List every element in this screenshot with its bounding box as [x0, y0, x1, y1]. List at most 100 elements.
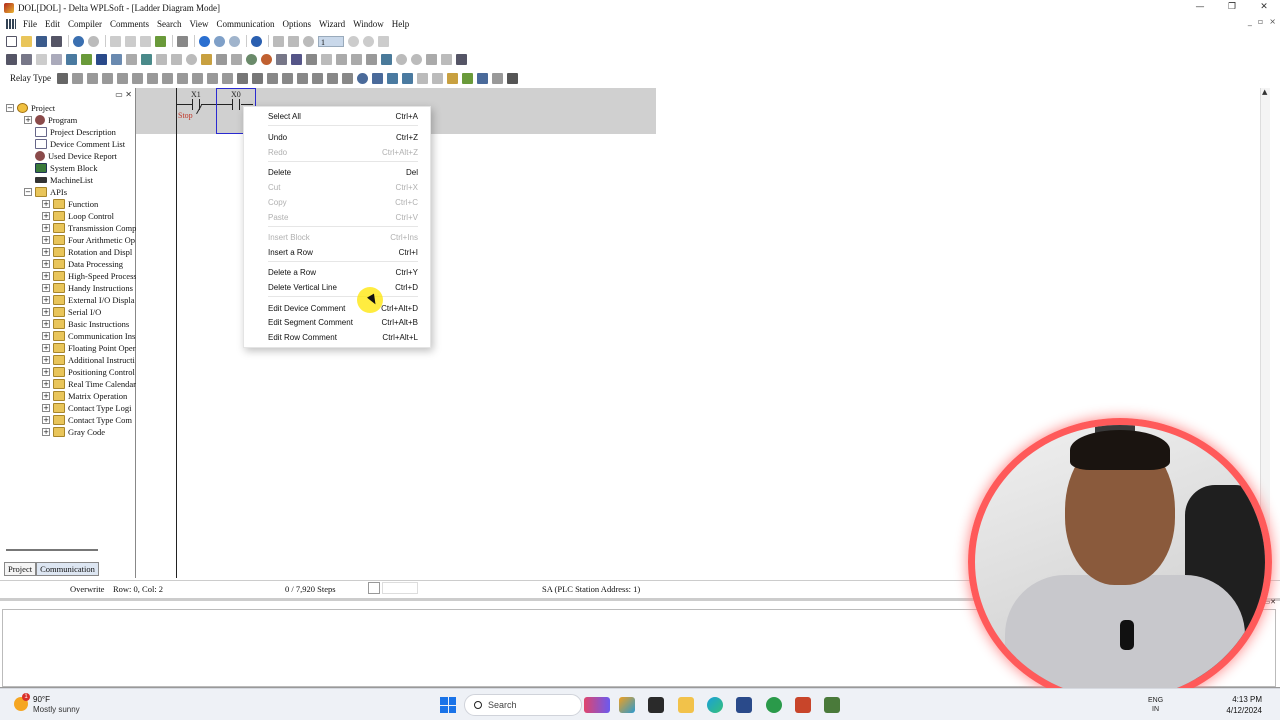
tree-item-machinelist[interactable]: MachineList [24, 174, 93, 186]
tree-item-project-description[interactable]: Project Description [24, 126, 116, 138]
monitor-icon[interactable] [273, 35, 284, 47]
circle-icon[interactable] [186, 53, 197, 65]
device-view-icon[interactable] [66, 53, 77, 65]
copy-icon[interactable] [125, 35, 136, 47]
clock-time[interactable]: 4:13 PM [1232, 695, 1262, 704]
weather-temperature[interactable]: 90°F [33, 695, 50, 704]
edit-comment-icon[interactable] [461, 72, 473, 84]
tree-item-function[interactable]: + Function [42, 198, 98, 210]
expand-icon[interactable]: + [42, 212, 50, 220]
grid-icon[interactable] [111, 53, 122, 65]
program-icon[interactable] [73, 35, 84, 47]
row-comment-icon[interactable] [491, 72, 503, 84]
contact-no-icon[interactable] [71, 72, 83, 84]
transfer-icon[interactable] [276, 53, 287, 65]
powerpoint-icon[interactable] [795, 697, 811, 713]
menu-item-insert-a-row[interactable]: Insert a Row Ctrl+I [268, 245, 418, 259]
paste-icon[interactable] [140, 35, 151, 47]
upload-icon[interactable] [291, 53, 302, 65]
force-on-icon[interactable] [336, 53, 347, 65]
mcr-icon[interactable] [326, 72, 338, 84]
vertical-line-icon[interactable] [236, 72, 248, 84]
store-icon[interactable] [736, 697, 752, 713]
wand-icon[interactable] [378, 35, 389, 47]
f9-icon[interactable] [191, 72, 203, 84]
menu-search[interactable]: Search [153, 19, 186, 29]
collapse-icon[interactable]: − [24, 188, 32, 196]
replace-icon[interactable] [411, 53, 422, 65]
online-icon[interactable] [288, 35, 299, 47]
contact-nc-icon[interactable] [86, 72, 98, 84]
tree-item-transmission-comp[interactable]: + Transmission Comp [42, 222, 136, 234]
edit-mode-icon[interactable] [81, 53, 92, 65]
contact-falling-icon[interactable] [116, 72, 128, 84]
end-icon[interactable] [341, 72, 353, 84]
app-icon[interactable] [766, 697, 782, 713]
expand-icon[interactable]: + [42, 332, 50, 340]
save-icon[interactable] [36, 35, 47, 47]
stop-run-icon[interactable] [303, 35, 314, 47]
refresh-icon[interactable] [363, 35, 374, 47]
mdi-restore-icon[interactable]: ▫ [1258, 17, 1263, 26]
weather-description[interactable]: Mostly sunny [33, 705, 80, 714]
inv-icon[interactable] [281, 72, 293, 84]
set-icon[interactable] [366, 53, 377, 65]
cut-icon[interactable] [110, 35, 121, 47]
tree-item-matrix-operation[interactable]: + Matrix Operation [42, 390, 127, 402]
collapse-icon[interactable]: − [6, 104, 14, 112]
expand-icon[interactable]: + [42, 284, 50, 292]
step-input[interactable]: 1 [318, 35, 344, 47]
tree-item-program[interactable]: + Program [24, 114, 77, 126]
device-icon[interactable] [156, 53, 167, 65]
tree-item-system-block[interactable]: System Block [24, 162, 97, 174]
horizontal-line-icon[interactable] [251, 72, 263, 84]
tree-item-project[interactable]: − Project [6, 102, 55, 114]
instruction-view-icon[interactable] [21, 53, 32, 65]
menu-item-edit-row-comment[interactable]: Edit Row Comment Ctrl+Alt+L [268, 330, 418, 344]
segment-icon[interactable] [476, 72, 488, 84]
menu-comments[interactable]: Comments [106, 19, 153, 29]
compare-icon[interactable] [321, 53, 332, 65]
taskbar-search[interactable]: Search [464, 694, 582, 716]
link-icon[interactable] [141, 53, 152, 65]
f6-icon[interactable] [146, 72, 158, 84]
start-button[interactable] [440, 697, 456, 713]
counter-icon[interactable] [371, 72, 383, 84]
monitor-stop-icon[interactable] [261, 53, 272, 65]
message-icon[interactable] [446, 72, 458, 84]
block-icon[interactable] [216, 53, 227, 65]
menu-item-undo[interactable]: Undo Ctrl+Z [268, 130, 418, 144]
find-icon[interactable] [199, 35, 210, 47]
tree-item-high-speed-process[interactable]: + High-Speed Process [42, 270, 137, 282]
expand-icon[interactable]: + [42, 416, 50, 424]
tree-item-used-device-report[interactable]: Used Device Report [24, 150, 117, 162]
menu-communication[interactable]: Communication [213, 19, 279, 29]
row-icon[interactable] [231, 53, 242, 65]
clock-date[interactable]: 4/12/2024 [1226, 706, 1262, 715]
expand-icon[interactable]: + [42, 260, 50, 268]
file-explorer-icon[interactable] [678, 697, 694, 713]
close-icon[interactable]: ✕ [1248, 0, 1280, 14]
expand-icon[interactable]: + [42, 200, 50, 208]
tab-project[interactable]: Project [4, 562, 37, 576]
pin-icon[interactable]: ▭ [115, 90, 123, 99]
restore-icon[interactable]: ❐ [1216, 0, 1248, 14]
mc-icon[interactable] [311, 72, 323, 84]
tree-item-four-arithmetic-op[interactable]: + Four Arithmetic Op [42, 234, 135, 246]
tree-item-rotation-and-displ[interactable]: + Rotation and Displ [42, 246, 132, 258]
expand-icon[interactable]: + [42, 272, 50, 280]
setting-icon[interactable] [441, 53, 452, 65]
search-device-icon[interactable] [396, 53, 407, 65]
f7-icon[interactable] [161, 72, 173, 84]
coil-icon[interactable] [131, 72, 143, 84]
zoom-out-icon[interactable] [229, 35, 240, 47]
tree-item-loop-control[interactable]: + Loop Control [42, 210, 114, 222]
branch-icon[interactable] [266, 72, 278, 84]
open-folder-icon[interactable] [21, 35, 32, 47]
tree-item-basic-instructions[interactable]: + Basic Instructions [42, 318, 129, 330]
tree-item-additional-instructi[interactable]: + Additional Instructi [42, 354, 135, 366]
tree-item-apis[interactable]: − APIs [24, 186, 67, 198]
expand-icon[interactable]: + [42, 392, 50, 400]
menu-item-delete[interactable]: Delete Del [268, 165, 418, 179]
tree-item-positioning-control[interactable]: + Positioning Control [42, 366, 135, 378]
